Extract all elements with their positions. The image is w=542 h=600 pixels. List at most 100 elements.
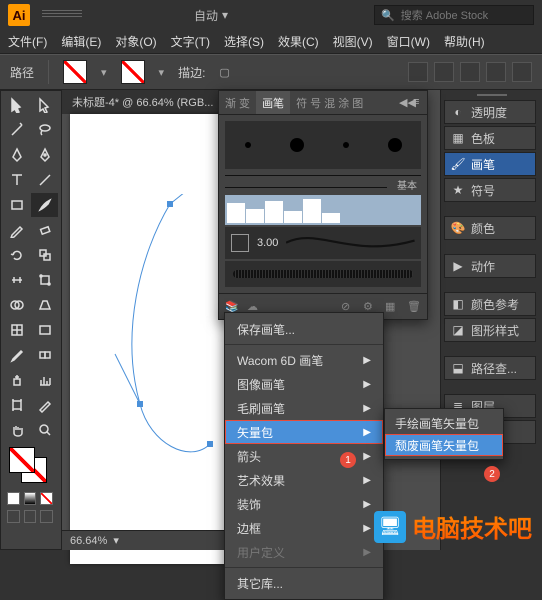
document-tab[interactable]: 未标题-4* @ 66.64% (RGB...: [62, 90, 224, 114]
zoom-tool[interactable]: [31, 418, 58, 442]
menu-wacom[interactable]: Wacom 6D 画笔▶: [225, 348, 383, 372]
type-tool[interactable]: [3, 168, 30, 192]
gradient-mode-icon[interactable]: [24, 492, 37, 505]
eyedropper-tool[interactable]: [3, 343, 30, 367]
panel-graphic-styles[interactable]: ◪图形样式: [444, 318, 536, 342]
shape-builder-tool[interactable]: [3, 293, 30, 317]
draw-mode-icon[interactable]: [40, 510, 53, 523]
magic-wand-tool[interactable]: [3, 118, 30, 142]
menu-decorative[interactable]: 装饰▶: [225, 492, 383, 516]
fill-swatch-none[interactable]: [63, 60, 87, 84]
control-bar: 路径 ▾ ▾ 描边: ▢: [0, 54, 542, 90]
menu-save-brushes[interactable]: 保存画笔...: [225, 317, 383, 341]
menu-help[interactable]: 帮助(H): [444, 33, 485, 50]
stroke-weight-stepper[interactable]: ▢: [219, 66, 229, 79]
menu-bristle-brushes[interactable]: 毛刷画笔▶: [225, 396, 383, 420]
chevron-down-icon[interactable]: ▾: [113, 534, 119, 547]
draw-mode-icon[interactable]: [7, 510, 20, 523]
tab-inactive[interactable]: 渐 变: [219, 91, 256, 114]
menu-image-brushes[interactable]: 图像画笔▶: [225, 372, 383, 396]
draw-mode-icon[interactable]: [24, 510, 37, 523]
brush-texture-row[interactable]: [225, 261, 421, 287]
panel-color[interactable]: 🎨颜色: [444, 216, 536, 240]
brush-basic-row[interactable]: 基本: [225, 175, 421, 193]
delete-icon[interactable]: 🗑: [407, 300, 421, 314]
brush-calligraphic-row[interactable]: [225, 195, 421, 225]
fill-color-none[interactable]: [9, 447, 35, 473]
mesh-tool[interactable]: [3, 318, 30, 342]
menu-effect[interactable]: 效果(C): [278, 33, 319, 50]
panel-grip-icon[interactable]: [441, 90, 542, 100]
rectangle-tool[interactable]: [3, 193, 30, 217]
paintbrush-tool[interactable]: [31, 193, 58, 217]
submenu-hand-drawn[interactable]: 手绘画笔矢量包: [385, 412, 503, 434]
chevron-down-icon[interactable]: ▾: [101, 66, 107, 79]
menu-vector-packs[interactable]: 矢量包▶: [225, 420, 383, 444]
tab-inactive[interactable]: 符 号 混 涂 图: [290, 91, 369, 114]
menu-file[interactable]: 文件(F): [8, 33, 47, 50]
panel-swatches[interactable]: ▦色板: [444, 126, 536, 150]
menu-type[interactable]: 文字(T): [171, 33, 210, 50]
brush-stroke-row[interactable]: 3.00: [225, 227, 421, 259]
color-mode-icon[interactable]: [7, 492, 20, 505]
chevron-down-icon[interactable]: ▾: [159, 66, 165, 79]
panel-actions[interactable]: ▶动作: [444, 254, 536, 278]
panel-menu-icon[interactable]: ≡: [413, 96, 427, 110]
submenu-grunge[interactable]: 颓废画笔矢量包: [385, 434, 503, 456]
menu-borders[interactable]: 边框▶: [225, 516, 383, 540]
panel-pathfinder[interactable]: ⬓路径查...: [444, 356, 536, 380]
chevron-down-icon: ▾: [222, 8, 228, 22]
symbol-sprayer-tool[interactable]: [3, 368, 30, 392]
new-brush-icon[interactable]: ▦: [385, 300, 399, 314]
zoom-level[interactable]: 66.64%: [70, 535, 107, 547]
workspace-switcher[interactable]: 自动 ▾: [194, 7, 228, 24]
fill-stroke-indicator[interactable]: [3, 443, 57, 489]
panel-color-guide[interactable]: ◧颜色参考: [444, 292, 536, 316]
align-icon[interactable]: [408, 62, 428, 82]
gradient-tool[interactable]: [31, 318, 58, 342]
menu-object[interactable]: 对象(O): [115, 33, 156, 50]
selection-tool[interactable]: [3, 93, 30, 117]
circle-icon: ◐: [451, 105, 465, 119]
arrange-icon[interactable]: [512, 62, 532, 82]
menu-window[interactable]: 窗口(W): [387, 33, 430, 50]
menu-other-library[interactable]: 其它库...: [225, 571, 383, 595]
panel-transparency[interactable]: ◐透明度: [444, 100, 536, 124]
panel-brushes[interactable]: 🖌画笔: [444, 152, 536, 176]
free-transform-tool[interactable]: [31, 268, 58, 292]
perspective-tool[interactable]: [31, 293, 58, 317]
transform-icon[interactable]: [486, 62, 506, 82]
panel-symbols[interactable]: ★符号: [444, 178, 536, 202]
width-tool[interactable]: [3, 268, 30, 292]
menu-select[interactable]: 选择(S): [224, 33, 264, 50]
collapse-icon[interactable]: ◀◀: [399, 96, 413, 110]
submenu-arrow-icon: ▶: [363, 499, 371, 510]
pen-tool[interactable]: [3, 143, 30, 167]
brush-thumbnails[interactable]: [225, 121, 421, 169]
tab-brushes[interactable]: 画笔: [256, 91, 290, 114]
menu-bar: 文件(F) 编辑(E) 对象(O) 文字(T) 选择(S) 效果(C) 视图(V…: [0, 30, 542, 54]
pencil-tool[interactable]: [3, 218, 30, 242]
slice-tool[interactable]: [31, 393, 58, 417]
graph-tool[interactable]: [31, 368, 58, 392]
menu-artistic[interactable]: 艺术效果▶: [225, 468, 383, 492]
menu-view[interactable]: 视图(V): [333, 33, 373, 50]
rotate-tool[interactable]: [3, 243, 30, 267]
hand-tool[interactable]: [3, 418, 30, 442]
artboard-tool[interactable]: [3, 393, 30, 417]
search-input[interactable]: 🔍 搜索 Adobe Stock: [374, 5, 534, 25]
curvature-tool[interactable]: [31, 143, 58, 167]
blend-tool[interactable]: [31, 343, 58, 367]
menu-arrows[interactable]: 箭头▶: [225, 444, 383, 468]
menu-edit[interactable]: 编辑(E): [61, 33, 101, 50]
scale-tool[interactable]: [31, 243, 58, 267]
stroke-swatch-none[interactable]: [121, 60, 145, 84]
line-tool[interactable]: [31, 168, 58, 192]
eraser-tool[interactable]: [31, 218, 58, 242]
align-icon[interactable]: [460, 62, 480, 82]
direct-selection-tool[interactable]: [31, 93, 58, 117]
panel-grip-icon[interactable]: [42, 10, 82, 20]
lasso-tool[interactable]: [31, 118, 58, 142]
align-icon[interactable]: [434, 62, 454, 82]
none-mode-icon[interactable]: [40, 492, 53, 505]
